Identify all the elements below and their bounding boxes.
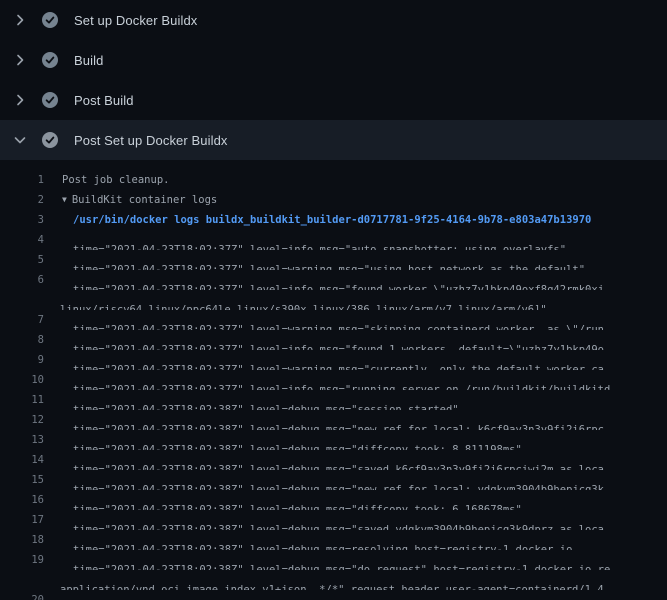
step-title: Build	[74, 53, 103, 68]
log-line: 6time="2021-04-23T18:02:37Z" level=info …	[0, 270, 667, 290]
log-text: time="2021-04-23T18:02:38Z" level=debug …	[44, 430, 522, 450]
line-number[interactable]: 7	[0, 310, 44, 330]
log-line: 15time="2021-04-23T18:02:38Z" level=debu…	[0, 470, 667, 490]
step-title: Post Build	[74, 93, 134, 108]
line-number[interactable]: 4	[0, 230, 44, 250]
check-circle-icon	[42, 12, 58, 28]
log-line: 1Post job cleanup.	[0, 170, 667, 190]
check-circle-icon	[42, 92, 58, 108]
line-number[interactable]: 16	[0, 490, 44, 510]
log-text: time="2021-04-23T18:02:38Z" level=debug …	[44, 490, 522, 510]
line-number[interactable]: 3	[0, 210, 44, 230]
step-header-post-setup-docker-buildx[interactable]: Post Set up Docker Buildx	[0, 120, 667, 160]
log-line: 14time="2021-04-23T18:02:38Z" level=debu…	[0, 450, 667, 470]
line-number[interactable]: 9	[0, 350, 44, 370]
log-line: 13time="2021-04-23T18:02:38Z" level=debu…	[0, 430, 667, 450]
log-line: 7time="2021-04-23T18:02:37Z" level=warni…	[0, 310, 667, 330]
line-number[interactable]: 19	[0, 550, 44, 570]
log-text: time="2021-04-23T18:02:38Z" level=debug …	[44, 450, 604, 470]
log-text: Post job cleanup.	[44, 170, 169, 190]
log-line: 5time="2021-04-23T18:02:37Z" level=warni…	[0, 250, 667, 270]
log-line: 10time="2021-04-23T18:02:37Z" level=info…	[0, 370, 667, 390]
line-number[interactable]: 2	[0, 190, 44, 210]
line-number[interactable]: 17	[0, 510, 44, 530]
log-text: time="2021-04-23T18:02:38Z" level=debug …	[44, 470, 604, 490]
log-text: time="2021-04-23T18:02:38Z" level=debug …	[44, 510, 604, 530]
log-line: 9time="2021-04-23T18:02:37Z" level=warni…	[0, 350, 667, 370]
log-line: 17time="2021-04-23T18:02:38Z" level=debu…	[0, 510, 667, 530]
actions-log-viewer: Set up Docker Buildx Build Post Build	[0, 0, 667, 600]
log-text: application/vnd.oci.image.index.v1+json,…	[44, 570, 610, 590]
steps-list: Set up Docker Buildx Build Post Build	[0, 0, 667, 160]
log-text: time="2021-04-23T18:02:37Z" level=warnin…	[44, 310, 604, 330]
line-number[interactable]: 11	[0, 390, 44, 410]
log-line-wrap: linux/riscv64 linux/ppc64le linux/s390x …	[0, 290, 667, 310]
chevron-right-icon	[12, 52, 28, 68]
line-number[interactable]: 10	[0, 370, 44, 390]
command-text: /usr/bin/docker logs buildx_buildkit_bui…	[44, 210, 591, 230]
line-number	[0, 290, 44, 310]
chevron-right-icon	[12, 12, 28, 28]
step-title: Post Set up Docker Buildx	[74, 133, 228, 148]
log-line: 4time="2021-04-23T18:02:37Z" level=info …	[0, 230, 667, 250]
step-header-post-build[interactable]: Post Build	[0, 80, 667, 120]
log-lines: 1Post job cleanup.2▼BuildKit container l…	[0, 160, 667, 600]
log-line: 2▼BuildKit container logs	[0, 190, 667, 210]
step-header-build[interactable]: Build	[0, 40, 667, 80]
log-text: time="2021-04-23T18:02:37Z" level=warnin…	[44, 250, 585, 270]
log-line: 12time="2021-04-23T18:02:38Z" level=debu…	[0, 410, 667, 430]
chevron-down-icon	[12, 132, 28, 148]
check-circle-icon	[42, 52, 58, 68]
triangle-down-icon: ▼	[62, 190, 67, 210]
log-text: time="2021-04-23T18:02:38Z" level=debug …	[44, 550, 610, 570]
log-line: 16time="2021-04-23T18:02:38Z" level=debu…	[0, 490, 667, 510]
log-line: 11time="2021-04-23T18:02:38Z" level=debu…	[0, 390, 667, 410]
step-title: Set up Docker Buildx	[74, 13, 197, 28]
chevron-right-icon	[12, 92, 28, 108]
line-number[interactable]: 1	[0, 170, 44, 190]
line-number[interactable]: 8	[0, 330, 44, 350]
line-number	[0, 570, 44, 590]
line-number[interactable]: 12	[0, 410, 44, 430]
log-text: time="2021-04-23T18:02:37Z" level=info m…	[44, 270, 604, 290]
log-line: 18time="2021-04-23T18:02:38Z" level=debu…	[0, 530, 667, 550]
log-line: 19time="2021-04-23T18:02:38Z" level=debu…	[0, 550, 667, 570]
log-text: time="2021-04-23T18:02:38Z" level=debug …	[44, 410, 604, 430]
log-line: 20time="2021-04-23T18:02:38Z" level=debu…	[0, 590, 667, 600]
log-text: time="2021-04-23T18:02:37Z" level=info m…	[44, 230, 566, 250]
log-text: time="2021-04-23T18:02:38Z" level=debug …	[44, 590, 604, 600]
log-line: 3/usr/bin/docker logs buildx_buildkit_bu…	[0, 210, 667, 230]
log-text: time="2021-04-23T18:02:37Z" level=info m…	[44, 370, 610, 390]
log-text: linux/riscv64 linux/ppc64le linux/s390x …	[44, 290, 547, 310]
check-circle-icon	[42, 132, 58, 148]
log-text: time="2021-04-23T18:02:37Z" level=info m…	[44, 330, 604, 350]
step-header-setup-docker-buildx[interactable]: Set up Docker Buildx	[0, 0, 667, 40]
log-line: 8time="2021-04-23T18:02:37Z" level=info …	[0, 330, 667, 350]
line-number[interactable]: 5	[0, 250, 44, 270]
line-number[interactable]: 13	[0, 430, 44, 450]
line-number[interactable]: 14	[0, 450, 44, 470]
log-line-wrap: application/vnd.oci.image.index.v1+json,…	[0, 570, 667, 590]
line-number[interactable]: 20	[0, 590, 44, 600]
log-text: time="2021-04-23T18:02:38Z" level=debug …	[44, 530, 572, 550]
log-text[interactable]: ▼BuildKit container logs	[44, 190, 217, 210]
line-number[interactable]: 18	[0, 530, 44, 550]
log-text: time="2021-04-23T18:02:38Z" level=debug …	[44, 390, 459, 410]
log-text: time="2021-04-23T18:02:37Z" level=warnin…	[44, 350, 604, 370]
line-number[interactable]: 15	[0, 470, 44, 490]
line-number[interactable]: 6	[0, 270, 44, 290]
